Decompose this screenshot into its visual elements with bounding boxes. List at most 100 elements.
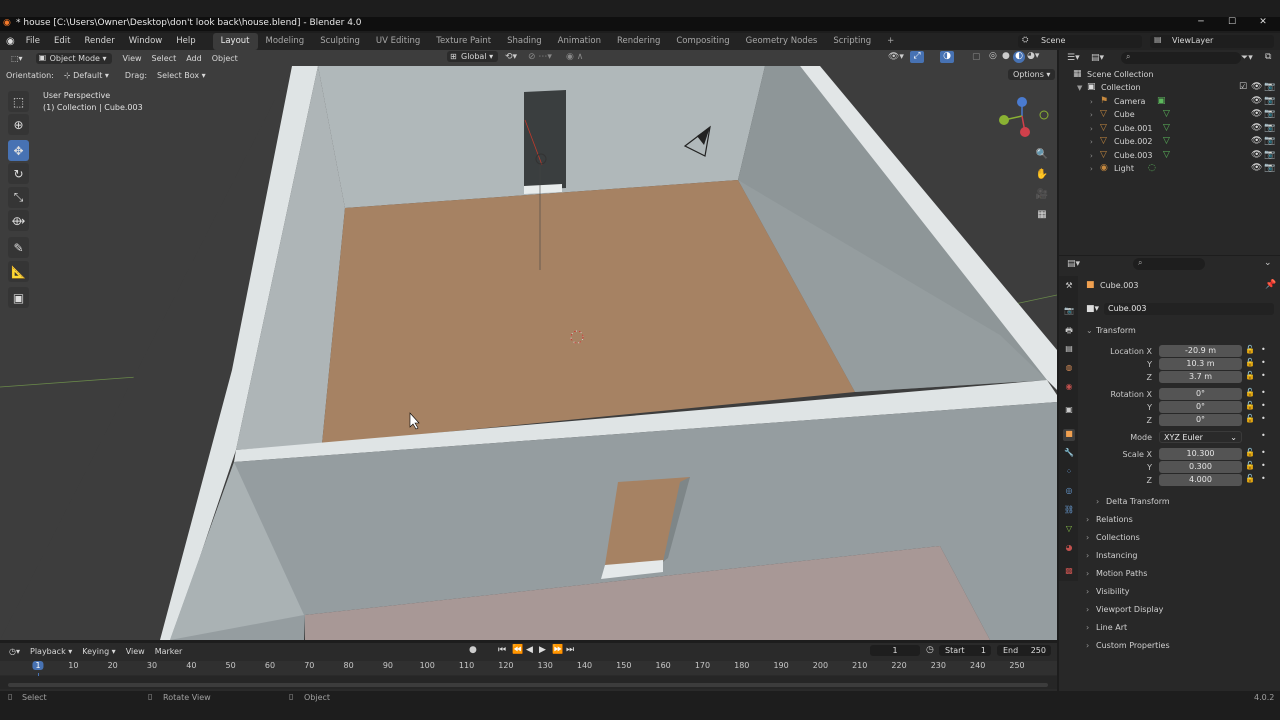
tab-geometry-nodes[interactable]: Geometry Nodes <box>738 33 826 50</box>
data-icon[interactable]: ▣ <box>1157 96 1166 106</box>
render-camera-icon[interactable]: 📷 <box>1264 96 1275 106</box>
keyframe-dot-icon[interactable]: • <box>1261 414 1266 423</box>
menu-edit[interactable]: Edit <box>47 33 77 50</box>
lock-icon[interactable]: 🔓 <box>1245 358 1255 367</box>
wireframe-shading-icon[interactable]: ◎ <box>989 51 997 61</box>
constraints-tab-icon[interactable]: ⛓ <box>1063 505 1075 517</box>
lock-icon[interactable]: 🔓 <box>1245 474 1255 483</box>
zoom-icon[interactable]: 🔍 <box>1033 145 1051 163</box>
ortho-grid-icon[interactable]: ▦ <box>1033 205 1051 223</box>
tab-animation[interactable]: Animation <box>550 33 609 50</box>
menu-view[interactable]: View <box>118 53 147 64</box>
rotation-mode-dropdown[interactable]: XYZ Euler ⌄ <box>1159 431 1242 443</box>
data-icon[interactable]: ▽ <box>1163 136 1170 146</box>
expand-icon[interactable]: › <box>1090 138 1093 146</box>
properties-editor-icon[interactable]: ▤▾ <box>1067 259 1080 269</box>
timeline-ruler[interactable]: 1 10 20 30 40 50 60 70 80 90 100 110 120 130 140 150 160… <box>0 661 1057 689</box>
render-camera-icon[interactable]: 📷 <box>1264 163 1275 173</box>
location-y-field[interactable]: 10.3 m <box>1159 358 1242 370</box>
material-tab-icon[interactable]: ◕ <box>1063 543 1075 555</box>
properties-search-input[interactable]: ⌕ <box>1133 258 1205 270</box>
lock-icon[interactable]: 🔓 <box>1245 371 1255 380</box>
tab-scripting[interactable]: Scripting <box>825 33 879 50</box>
menu-keying[interactable]: Keying ▾ <box>77 646 120 657</box>
transform-panel-header[interactable]: ⌄ Transform <box>1086 323 1274 339</box>
record-icon[interactable]: ● <box>469 645 477 655</box>
outliner-scene-collection[interactable]: ▦ Scene Collection <box>1059 69 1280 82</box>
cursor-tool[interactable]: ⊕ <box>8 114 29 135</box>
viewlayer-selector[interactable]: ▤ ViewLayer <box>1150 35 1274 48</box>
frame-scrubber[interactable] <box>0 676 1057 689</box>
scale-y-field[interactable]: 0.300 <box>1159 461 1242 473</box>
lock-icon[interactable]: 🔓 <box>1245 461 1255 470</box>
outliner-collection[interactable]: ▼ ▣ Collection ☑ 👁 📷 <box>1059 82 1280 95</box>
new-collection-icon[interactable]: ⧉ <box>1265 52 1271 62</box>
tool-tab-icon[interactable]: ⚒ <box>1063 281 1075 293</box>
rendered-shading-icon[interactable]: ◕▾ <box>1027 51 1039 61</box>
scene-render[interactable] <box>0 50 1057 640</box>
view-layer-tab-icon[interactable]: ▤ <box>1063 344 1075 356</box>
menu-add[interactable]: Add <box>181 53 207 64</box>
camera-view-icon[interactable]: 🎥 <box>1033 185 1051 203</box>
overlay-toggle-icon[interactable]: ◑ <box>940 51 954 63</box>
display-mode-icon[interactable]: ▤▾ <box>1091 53 1104 63</box>
menu-render[interactable]: Render <box>77 33 121 50</box>
properties-options-icon[interactable]: ⌄ <box>1264 258 1272 268</box>
collection-tab-icon[interactable]: ▣ <box>1063 405 1075 417</box>
object-name-field[interactable]: Cube.003 <box>1104 303 1274 315</box>
panel-visibility[interactable]: › Visibility <box>1086 584 1274 600</box>
lock-icon[interactable]: 🔓 <box>1245 401 1255 410</box>
close-button[interactable]: ✕ <box>1248 17 1278 27</box>
move-tool[interactable]: ✥ <box>8 140 29 161</box>
outliner-item-cube-001[interactable]: › ▽ Cube.001 ▽ 👁 📷 <box>1059 123 1280 136</box>
expand-icon[interactable]: › <box>1090 125 1093 133</box>
expand-icon[interactable]: ▼ <box>1077 84 1082 92</box>
eye-icon[interactable]: 👁 <box>1251 136 1262 146</box>
keyframe-dot-icon[interactable]: • <box>1261 345 1266 354</box>
keyframe-dot-icon[interactable]: • <box>1261 431 1266 440</box>
outliner-panel[interactable]: ☰▾ ▤▾ ⌕ ⏷▾ ⧉ ▦ Scene Collection ▼ ▣ Coll… <box>1059 50 1280 255</box>
rotation-x-field[interactable]: 0° <box>1159 388 1242 400</box>
outliner-item-camera[interactable]: › ⚑ Camera ▣ 👁 📷 <box>1059 96 1280 109</box>
eye-icon[interactable]: 👁 <box>1251 123 1262 133</box>
editor-type-icon[interactable]: ⬚▾ <box>6 53 28 64</box>
rotation-z-field[interactable]: 0° <box>1159 414 1242 426</box>
keyframe-dot-icon[interactable]: • <box>1261 401 1266 410</box>
outliner-search-input[interactable]: ⌕ <box>1121 52 1241 64</box>
maximize-button[interactable]: ☐ <box>1217 17 1247 27</box>
filter-icon[interactable]: ⏷▾ <box>1241 53 1253 63</box>
gizmo-toggle-icon[interactable]: ⤢ <box>910 51 924 63</box>
jump-end-icon[interactable]: ⏭ <box>566 645 574 655</box>
render-camera-icon[interactable]: 📷 <box>1264 136 1275 146</box>
checkbox-icon[interactable]: ☑ <box>1239 82 1247 92</box>
timeline-editor-icon[interactable]: ◷▾ <box>4 646 25 657</box>
menu-playback[interactable]: Playback ▾ <box>25 646 77 657</box>
scale-z-field[interactable]: 4.000 <box>1159 474 1242 486</box>
render-camera-icon[interactable]: 📷 <box>1264 82 1275 92</box>
keyframe-dot-icon[interactable]: • <box>1261 371 1266 380</box>
outliner-editor-icon[interactable]: ☰▾ <box>1067 53 1080 63</box>
data-icon[interactable]: ▽ <box>1163 150 1170 160</box>
menu-object[interactable]: Object <box>207 53 243 64</box>
select-box-tool[interactable]: ⬚ <box>8 91 29 112</box>
data-icon[interactable]: ▽ <box>1163 109 1170 119</box>
location-x-field[interactable]: -20.9 m <box>1159 345 1242 357</box>
panel-viewport-display[interactable]: › Viewport Display <box>1086 602 1274 618</box>
scale-tool[interactable]: ⤡ <box>8 187 29 208</box>
eye-icon[interactable]: 👁 <box>1251 163 1262 173</box>
outliner-item-cube-003[interactable]: › ▽ Cube.003 ▽ 👁 📷 <box>1059 150 1280 163</box>
render-camera-icon[interactable]: 📷 <box>1264 109 1275 119</box>
data-icon[interactable]: ◌ <box>1148 163 1156 173</box>
3d-viewport[interactable] <box>0 50 1057 640</box>
snap-icon[interactable]: ⊘ ⋯▾ <box>528 52 552 62</box>
start-frame-field[interactable]: Start 1 <box>939 645 991 656</box>
eye-icon[interactable]: 👁 <box>1251 96 1262 106</box>
location-z-field[interactable]: 3.7 m <box>1159 371 1242 383</box>
lock-icon[interactable]: 🔓 <box>1245 414 1255 423</box>
minimize-button[interactable]: ─ <box>1186 17 1216 27</box>
render-camera-icon[interactable]: 📷 <box>1264 150 1275 160</box>
material-shading-icon[interactable]: ◐ <box>1013 51 1025 63</box>
measure-tool[interactable]: 📐 <box>8 261 29 282</box>
blender-menu-icon[interactable]: ◉ <box>0 36 19 47</box>
physics-tab-icon[interactable]: ◎ <box>1063 486 1075 498</box>
